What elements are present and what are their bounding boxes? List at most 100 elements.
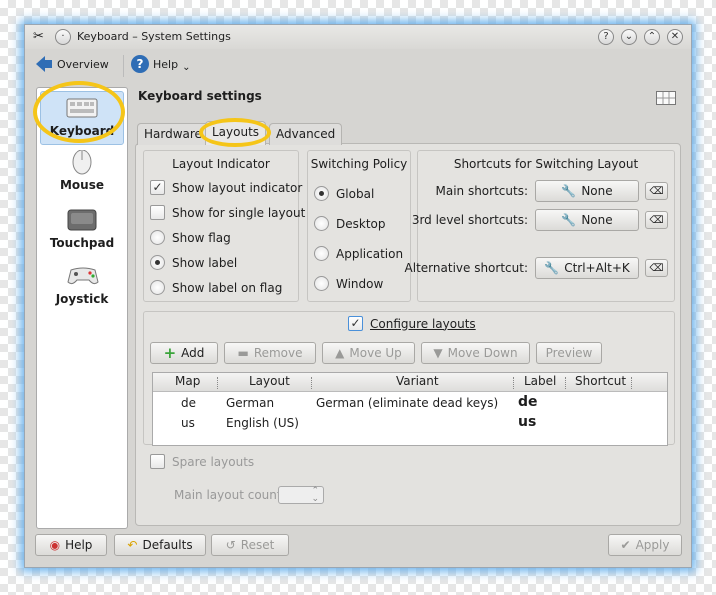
layout-grid-icon[interactable] xyxy=(656,91,676,108)
preview-button[interactable]: Preview xyxy=(536,342,602,364)
column-header-label[interactable]: Label xyxy=(524,374,556,388)
remove-button[interactable]: ▬ Remove xyxy=(224,342,316,364)
layouts-table: Map Layout Variant Label Shortcut de Ger… xyxy=(152,372,668,446)
apply-label: Apply xyxy=(635,538,670,552)
footer-help-label: Help xyxy=(65,538,93,552)
remove-label: Remove xyxy=(253,346,303,360)
column-separator xyxy=(565,377,566,389)
option-label: Application xyxy=(336,246,404,261)
table-row[interactable]: de German German (eliminate dead keys) d… xyxy=(153,393,667,413)
policy-window-radio[interactable]: Window xyxy=(314,276,383,291)
category-sidebar: Keyboard Mouse Touchpad Joystick xyxy=(36,87,128,529)
window-title: Keyboard – System Settings xyxy=(77,30,231,43)
cell-label: de xyxy=(518,394,538,410)
policy-global-radio[interactable]: Global xyxy=(314,186,374,201)
spare-layouts-label: Spare layouts xyxy=(172,454,255,469)
shortcuts-group: Shortcuts for Switching Layout Main shor… xyxy=(405,150,675,302)
shortcut-value: None xyxy=(581,213,613,227)
show-layout-indicator-checkbox[interactable]: ✓ Show layout indicator xyxy=(150,180,302,195)
page-title: Keyboard settings xyxy=(138,89,262,103)
checkmark-icon: ✓ xyxy=(150,180,165,195)
policy-application-radio[interactable]: Application xyxy=(314,246,403,261)
reset-icon: ↺ xyxy=(225,538,236,552)
cell-layout: German xyxy=(226,396,275,410)
main-shortcut-button[interactable]: 🔧 None xyxy=(535,180,639,202)
maximize-button[interactable]: ⌃ xyxy=(644,29,660,45)
overview-label: Overview xyxy=(57,57,109,71)
tab-hardware[interactable]: Hardware xyxy=(137,123,209,145)
column-separator xyxy=(631,377,632,389)
radio-circle xyxy=(150,230,165,245)
tab-advanced[interactable]: Advanced xyxy=(269,123,343,145)
overview-button[interactable]: Overview xyxy=(35,55,109,73)
sidebar-item-joystick[interactable]: Joystick xyxy=(37,264,127,306)
column-header-map[interactable]: Map xyxy=(175,374,200,388)
reset-button[interactable]: ↺ Reset xyxy=(211,534,289,556)
apply-button[interactable]: ✔ Apply xyxy=(608,534,682,556)
sidebar-item-mouse[interactable]: Mouse xyxy=(37,149,127,192)
wrench-icon: 🔧 xyxy=(544,261,560,275)
defaults-button[interactable]: ↶ Defaults xyxy=(114,534,206,556)
add-button[interactable]: + Add xyxy=(150,342,218,364)
layout-indicator-group: Layout Indicator ✓ Show layout indicator … xyxy=(143,150,305,302)
pin-icon[interactable]: · xyxy=(55,29,71,45)
configure-layouts-checkbox[interactable]: ✓ Configure layouts xyxy=(348,316,476,331)
configure-layouts-group: ✓ Configure layouts + Add ▬ Remove ▲ Move Up… xyxy=(143,311,675,446)
spin-arrows-icon: ⌃ ⌄ xyxy=(311,486,319,504)
move-up-button[interactable]: ▲ Move Up xyxy=(322,342,415,364)
help-menu-button[interactable]: ? Help ⌄ xyxy=(131,55,190,73)
clear-main-shortcut-button[interactable]: ⌫ xyxy=(645,182,668,200)
option-label: Show label xyxy=(172,255,238,270)
sidebar-label-mouse: Mouse xyxy=(59,178,104,192)
configure-layouts-label: Configure layouts xyxy=(370,316,476,331)
minimize-button[interactable]: ⌄ xyxy=(621,29,637,45)
show-single-layout-checkbox[interactable]: Show for single layout xyxy=(150,205,305,220)
column-header-variant[interactable]: Variant xyxy=(396,374,439,388)
third-level-shortcuts-label: 3rd level shortcuts: xyxy=(411,213,528,227)
main-shortcuts-label: Main shortcuts: xyxy=(435,184,528,198)
main-layout-count-spinbox[interactable]: ⌃ ⌄ xyxy=(278,486,324,504)
footer-help-button[interactable]: ◉ Help xyxy=(35,534,107,556)
table-row[interactable]: us English (US) us xyxy=(153,413,667,433)
settings-window: ✂ · Keyboard – System Settings ? ⌄ ⌃ ✕ O… xyxy=(24,24,692,568)
column-separator xyxy=(311,377,312,389)
clear-alternative-shortcut-button[interactable]: ⌫ xyxy=(645,259,668,277)
back-arrow-icon xyxy=(35,55,53,73)
sidebar-item-touchpad[interactable]: Touchpad xyxy=(37,208,127,250)
sidebar-label-joystick: Joystick xyxy=(55,292,109,306)
keyboard-highlight-circle xyxy=(33,81,125,143)
move-up-label: Move Up xyxy=(349,346,402,360)
cell-label: us xyxy=(518,414,537,430)
show-flag-radio[interactable]: Show flag xyxy=(150,230,231,245)
third-level-shortcut-button[interactable]: 🔧 None xyxy=(535,209,639,231)
alternative-shortcut-button[interactable]: 🔧 Ctrl+Alt+K xyxy=(535,257,639,279)
toolbar-divider xyxy=(123,55,124,77)
switching-policy-group: Switching Policy Global Desktop Applicat… xyxy=(307,150,411,302)
radio-circle xyxy=(150,280,165,295)
alternative-shortcut-label: Alternative shortcut: xyxy=(404,261,528,275)
clear-third-level-shortcut-button[interactable]: ⌫ xyxy=(645,211,668,229)
clear-icon: ⌫ xyxy=(649,185,664,197)
show-label-on-flag-radio[interactable]: Show label on flag xyxy=(150,280,282,295)
spare-layouts-checkbox[interactable]: Spare layouts xyxy=(150,454,254,469)
touchpad-icon xyxy=(66,208,98,232)
help-title-button[interactable]: ? xyxy=(598,29,614,45)
check-icon: ✔ xyxy=(620,538,631,552)
tools-icon[interactable]: ✂ xyxy=(33,29,44,44)
move-down-button[interactable]: ▼ Move Down xyxy=(421,342,530,364)
option-label: Desktop xyxy=(336,216,386,231)
policy-desktop-radio[interactable]: Desktop xyxy=(314,216,386,231)
up-arrow-icon: ▲ xyxy=(335,346,345,360)
column-separator xyxy=(513,377,514,389)
close-button[interactable]: ✕ xyxy=(667,29,683,45)
column-separator xyxy=(217,377,218,389)
option-label: Show for single layout xyxy=(172,205,306,220)
clear-icon: ⌫ xyxy=(649,262,664,274)
wrench-icon: 🔧 xyxy=(561,184,577,198)
column-header-layout[interactable]: Layout xyxy=(249,374,290,388)
radio-circle xyxy=(314,276,329,291)
column-header-shortcut[interactable]: Shortcut xyxy=(575,374,626,388)
show-label-radio[interactable]: Show label xyxy=(150,255,237,270)
option-label: Show layout indicator xyxy=(172,180,303,195)
table-header: Map Layout Variant Label Shortcut xyxy=(153,373,667,392)
